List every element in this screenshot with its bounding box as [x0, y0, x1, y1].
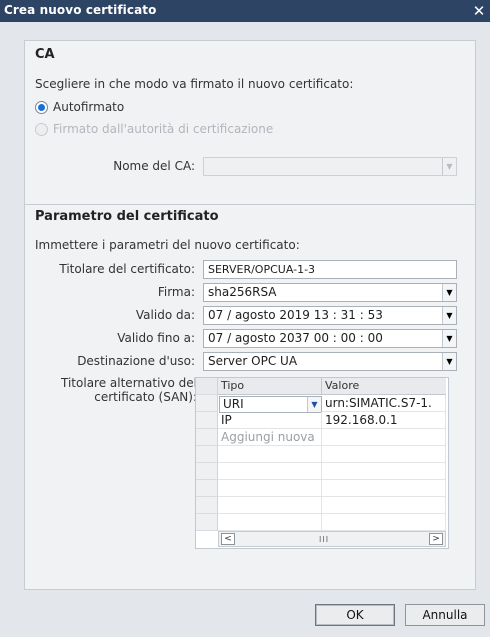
valid-from-value[interactable]: 07 / agosto 2019 13 : 31 : 53	[208, 308, 383, 322]
radio-autofirmato-label[interactable]: Autofirmato	[53, 100, 124, 114]
title-bar: Crea nuovo certificato ✕	[0, 0, 490, 22]
san-type-value: URI	[223, 397, 244, 411]
window-title: Crea nuovo certificato	[4, 3, 157, 17]
row-header	[196, 480, 218, 497]
params-heading: Parametro del certificato	[35, 209, 219, 224]
san-value-cell[interactable]: 192.168.0.1	[322, 412, 446, 429]
scroll-left-icon[interactable]: <	[221, 533, 235, 545]
san-label-line-2: certificato (SAN):	[94, 390, 197, 404]
holder-input[interactable]: SERVER/OPCUA-1-3	[203, 260, 457, 279]
ca-prompt: Scegliere in che modo va firmato il nuov…	[35, 77, 354, 91]
san-type-cell[interactable]: IP	[218, 412, 322, 429]
empty-cell	[322, 480, 446, 497]
ok-button[interactable]: OK	[315, 604, 395, 626]
cancel-button[interactable]: Annulla	[405, 604, 485, 626]
ca-heading: CA	[35, 47, 55, 62]
row-header	[196, 497, 218, 514]
close-icon[interactable]: ✕	[468, 0, 490, 22]
row-header[interactable]	[196, 429, 218, 446]
radio-autofirmato[interactable]	[35, 101, 48, 114]
holder-label: Titolare del certificato:	[59, 262, 195, 276]
san-type-dropdown[interactable]: URI ▼	[219, 396, 322, 413]
chevron-down-icon[interactable]: ▼	[442, 307, 456, 324]
chevron-down-icon[interactable]: ▼	[442, 353, 456, 370]
valid-from-label: Valido da:	[135, 308, 195, 322]
add-new-row[interactable]: Aggiungi nuova	[218, 429, 322, 446]
signature-label: Firma:	[157, 285, 195, 299]
row-header	[196, 514, 218, 531]
ca-group: CA Scegliere in che modo va firmato il n…	[24, 40, 476, 216]
san-label-line-1: Titolare alternativo del	[61, 376, 197, 390]
signature-dropdown[interactable]: sha256RSA ▼	[203, 283, 457, 302]
usage-dropdown[interactable]: Server OPC UA ▼	[203, 352, 457, 371]
empty-cell	[322, 514, 446, 531]
empty-cell	[322, 497, 446, 514]
column-header-valore[interactable]: Valore	[322, 378, 446, 395]
certificate-parameters-group: Parametro del certificato Immettere i pa…	[24, 204, 476, 590]
empty-cell	[322, 463, 446, 480]
signature-value: sha256RSA	[208, 285, 277, 299]
valid-to-picker[interactable]: 07 / agosto 2037 00 : 00 : 00 ▼	[203, 329, 457, 348]
radio-firmato-ca-label: Firmato dall'autorità di certificazione	[53, 122, 274, 136]
san-value-cell[interactable]: urn:SIMATIC.S7-1.	[322, 395, 446, 412]
chevron-down-icon[interactable]: ▼	[307, 397, 321, 412]
chevron-down-icon[interactable]: ▼	[442, 284, 456, 301]
row-header[interactable]	[196, 412, 218, 429]
empty-cell	[218, 480, 322, 497]
row-header	[196, 463, 218, 480]
empty-cell	[218, 446, 322, 463]
san-label: Titolare alternativo del certificato (SA…	[25, 376, 197, 404]
scroll-thumb[interactable]: III	[319, 535, 329, 544]
usage-value: Server OPC UA	[208, 354, 298, 368]
empty-cell[interactable]	[322, 429, 446, 446]
horizontal-scrollbar[interactable]: < III >	[218, 531, 446, 547]
row-header	[196, 446, 218, 463]
ca-name-label: Nome del CA:	[113, 159, 195, 173]
empty-cell	[218, 463, 322, 480]
empty-cell	[322, 446, 446, 463]
valid-to-value[interactable]: 07 / agosto 2037 00 : 00 : 00	[208, 331, 383, 345]
empty-cell	[218, 514, 322, 531]
usage-label: Destinazione d'uso:	[77, 354, 195, 368]
column-header-tipo[interactable]: Tipo	[218, 378, 322, 395]
chevron-down-icon[interactable]: ▼	[442, 330, 456, 347]
valid-to-label: Valido fino a:	[117, 331, 195, 345]
ca-name-dropdown[interactable]: ▼	[203, 157, 457, 176]
scroll-right-icon[interactable]: >	[429, 533, 443, 545]
chevron-down-icon[interactable]: ▼	[442, 158, 456, 175]
table-corner	[196, 378, 218, 395]
san-table: Tipo Valore URI ▼ urn:SIMATIC.S7-1. IP 1…	[195, 377, 449, 549]
dialog-body: CA Scegliere in che modo va firmato il n…	[12, 22, 478, 590]
params-prompt: Immettere i parametri del nuovo certific…	[35, 238, 300, 252]
valid-from-picker[interactable]: 07 / agosto 2019 13 : 31 : 53 ▼	[203, 306, 457, 325]
radio-firmato-ca[interactable]	[35, 123, 48, 136]
empty-cell	[218, 497, 322, 514]
row-header[interactable]	[196, 395, 218, 412]
